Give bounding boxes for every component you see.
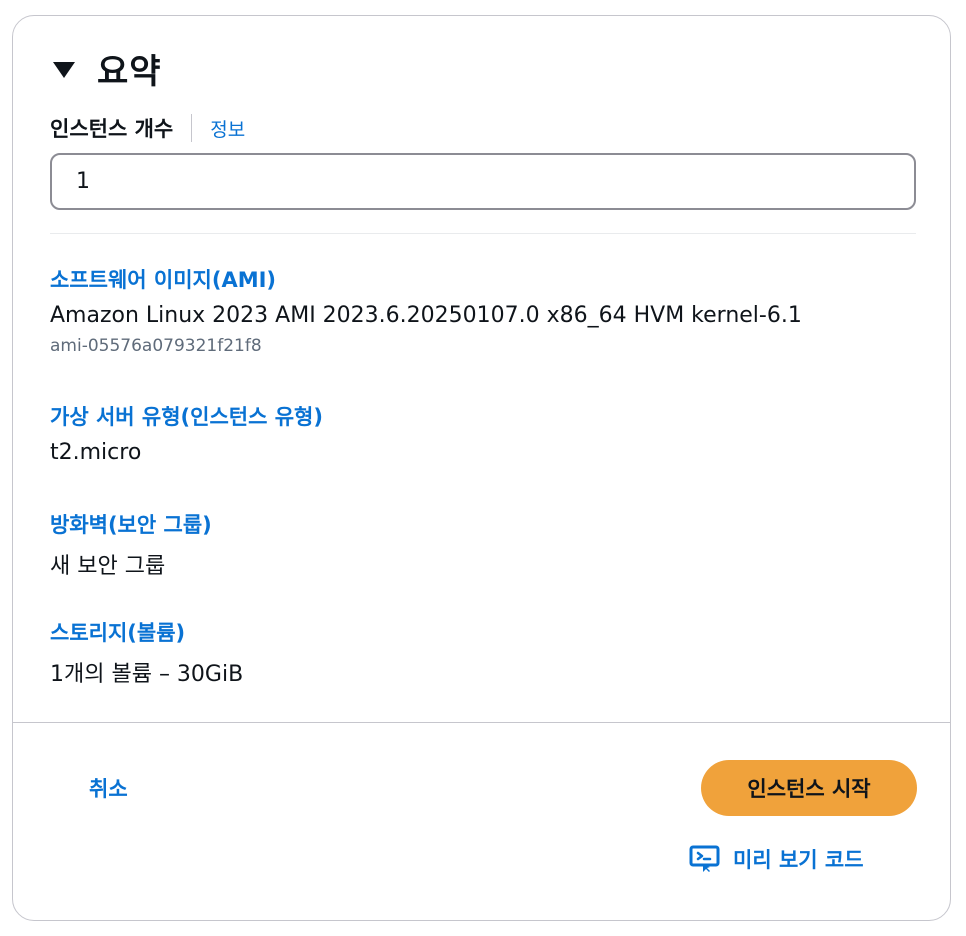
footer-divider [13,722,950,723]
preview-code-link[interactable]: 미리 보기 코드 [689,844,864,874]
instance-type-label[interactable]: 가상 서버 유형(인스턴스 유형) [50,401,323,431]
storage-section: 스토리지(볼륨) 1개의 볼륨 – 30GiB [50,617,243,688]
ami-label[interactable]: 소프트웨어 이미지(AMI) [50,264,802,294]
code-preview-icon [689,845,720,872]
ami-section: 소프트웨어 이미지(AMI) Amazon Linux 2023 AMI 202… [50,264,802,356]
label-divider [191,114,193,142]
instance-type-value: t2.micro [50,440,142,465]
instance-count-input[interactable] [50,153,916,210]
instance-type-section: 가상 서버 유형(인스턴스 유형) t2.micro [50,401,323,465]
summary-title: 요약 [97,52,162,92]
storage-value: 1개의 볼륨 – 30GiB [50,662,244,687]
firewall-value: 새 보안 그룹 [50,554,166,579]
launch-instance-button[interactable]: 인스턴스 시작 [701,760,917,816]
summary-header[interactable]: 요약 [53,44,162,93]
caret-down-icon[interactable] [53,61,75,78]
cancel-button[interactable]: 취소 [89,773,128,803]
ami-id: ami-05576a079321f21f8 [50,336,262,356]
firewall-section: 방화벽(보안 그룹) 새 보안 그룹 [50,509,212,580]
section-divider [50,233,916,234]
storage-label[interactable]: 스토리지(볼륨) [50,617,243,647]
preview-code-label: 미리 보기 코드 [733,848,864,872]
instance-count-label-row: 인스턴스 개수 정보 [50,113,245,143]
instance-count-label: 인스턴스 개수 [50,117,174,141]
ami-value: Amazon Linux 2023 AMI 2023.6.20250107.0 … [50,303,802,328]
firewall-label[interactable]: 방화벽(보안 그룹) [50,509,212,539]
info-link[interactable]: 정보 [210,115,245,142]
summary-panel: 요약 인스턴스 개수 정보 소프트웨어 이미지(AMI) Amazon Linu… [12,15,951,921]
